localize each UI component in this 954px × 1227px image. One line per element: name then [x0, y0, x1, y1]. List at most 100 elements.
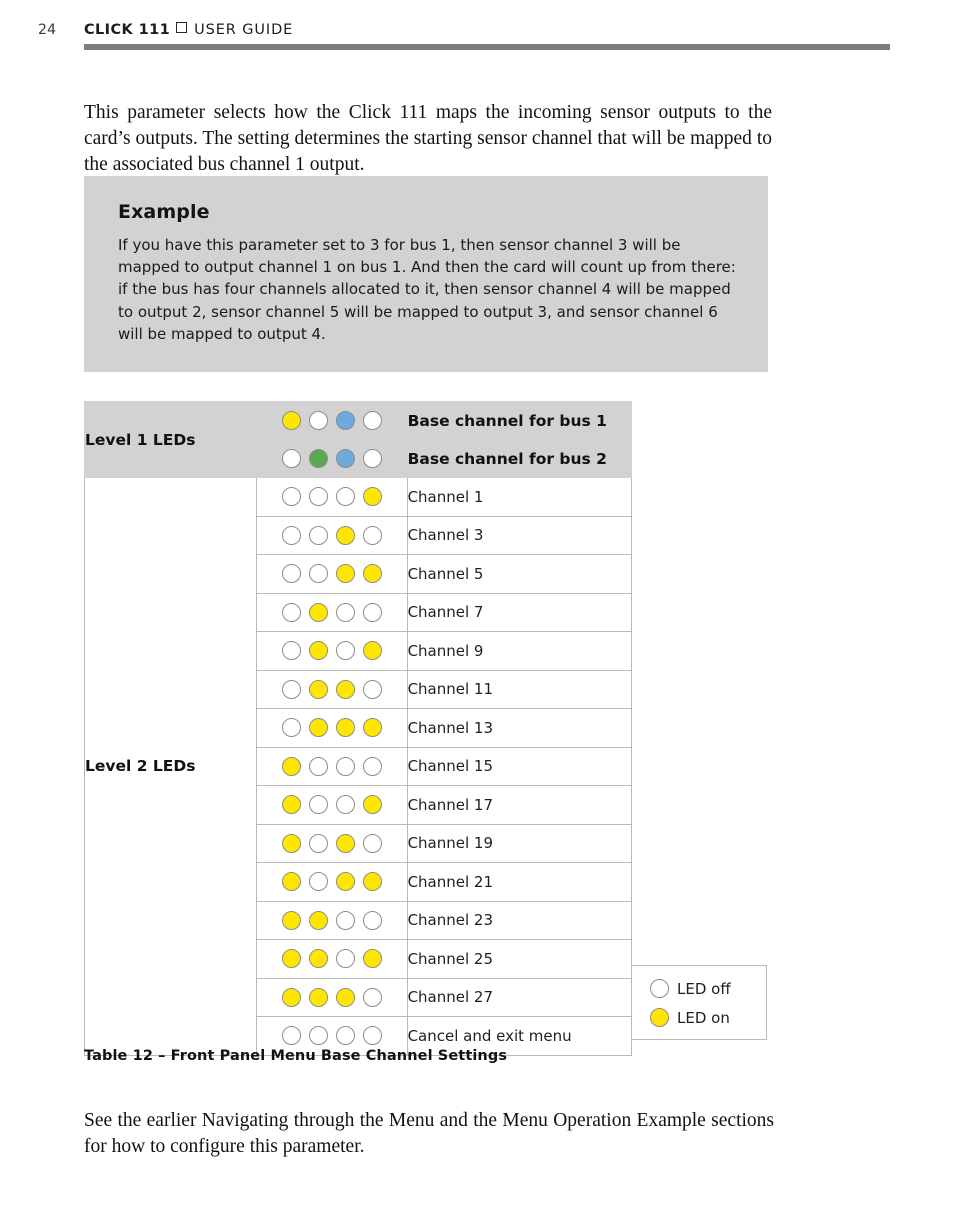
header-doc-title: USER GUIDE [194, 22, 294, 38]
led-group-cell [256, 708, 408, 748]
led-on-icon [335, 679, 355, 699]
led-group-row-7 [257, 748, 406, 786]
led-on-icon [650, 1008, 669, 1027]
led-legend: LED off LED on [631, 965, 767, 1040]
row-description: Channel 15 [406, 746, 633, 786]
row-description: Channel 11 [406, 669, 633, 709]
example-heading: Example [118, 201, 210, 223]
led-group-cell [256, 477, 408, 517]
led-off-icon [362, 411, 382, 430]
row-description: Channel 17 [406, 785, 633, 825]
led-group-cell [256, 862, 408, 902]
led-off-icon [281, 641, 301, 661]
led-off-icon [308, 833, 328, 853]
table-row: Level 2 LEDs Channel 1 [83, 477, 633, 1056]
led-off-icon [362, 910, 382, 930]
led-off-icon [362, 987, 382, 1007]
led-off-icon [335, 1026, 355, 1046]
header-rule [84, 44, 890, 50]
row-description: Channel 25 [406, 939, 633, 979]
led-on-icon [335, 525, 355, 545]
led-blue-icon [335, 411, 355, 430]
led-off-icon [335, 795, 355, 815]
intro-paragraph: This parameter selects how the Click 111… [84, 101, 772, 175]
led-on-icon [362, 564, 382, 584]
row-description: Channel 23 [406, 900, 633, 940]
led-off-icon [335, 487, 355, 507]
led-group-cell [256, 900, 408, 940]
led-on-icon [362, 872, 382, 892]
row-description: Channel 5 [406, 554, 633, 594]
legend-row-off: LED off [632, 974, 766, 1003]
led-off-icon [362, 756, 382, 776]
led-on-icon [335, 564, 355, 584]
row-description: Channel 19 [406, 823, 633, 863]
row-description: Channel 21 [406, 862, 633, 902]
led-on-icon [308, 718, 328, 738]
row-description: Channel 13 [406, 708, 633, 748]
led-off-icon [362, 679, 382, 699]
led-group-row-9 [257, 825, 406, 863]
led-off-icon [650, 979, 669, 998]
led-group-row-1 [257, 517, 406, 555]
led-on-icon [335, 833, 355, 853]
header-brand: CLICK 111 [84, 22, 171, 38]
led-off-icon [281, 449, 301, 468]
led-on-icon [335, 872, 355, 892]
led-group-cell [256, 592, 408, 632]
document-page: 24 CLICK 111 USER GUIDE This parameter se… [0, 0, 954, 1227]
led-on-icon [362, 949, 382, 969]
led-off-icon [362, 449, 382, 468]
table-header-row: Level 1 LEDs Base channel for bus 1 [83, 401, 633, 478]
led-on-icon [362, 487, 382, 507]
led-group-cell [256, 515, 408, 555]
level-1-leds-label: Level 1 LEDs [83, 401, 258, 478]
led-off-icon [335, 910, 355, 930]
led-on-icon [308, 602, 328, 622]
led-on-icon [362, 795, 382, 815]
header-row-description: Base channel for bus 2 [406, 439, 633, 478]
led-off-icon [362, 525, 382, 545]
led-group-row-3 [257, 594, 406, 632]
led-off-icon [281, 525, 301, 545]
led-off-icon [281, 487, 301, 507]
led-group-cell [256, 401, 408, 440]
led-group-cell [256, 746, 408, 786]
led-group-row-8 [257, 786, 406, 824]
led-off-icon [335, 756, 355, 776]
led-off-icon [308, 411, 328, 430]
led-off-icon [308, 487, 328, 507]
led-group-row-13 [257, 979, 406, 1017]
led-group-cell [256, 785, 408, 825]
led-off-icon [281, 679, 301, 699]
led-group-row-0 [257, 478, 406, 516]
led-group-header-0 [257, 402, 406, 439]
led-off-icon [308, 525, 328, 545]
led-on-icon [335, 987, 355, 1007]
led-group-row-4 [257, 632, 406, 670]
led-on-icon [281, 756, 301, 776]
led-on-icon [362, 641, 382, 661]
led-on-icon [281, 949, 301, 969]
table-body: Level 1 LEDs Base channel for bus 1 Base c… [83, 401, 633, 1056]
outro-paragraph: See the earlier Navigating through the M… [84, 1109, 774, 1157]
led-group-cell [256, 939, 408, 979]
led-on-icon [308, 987, 328, 1007]
page-number: 24 [38, 22, 57, 38]
legend-on-label: LED on [677, 1008, 730, 1027]
led-on-icon [281, 872, 301, 892]
led-off-icon [308, 756, 328, 776]
legend-off-label: LED off [677, 979, 731, 998]
square-bullet-icon [176, 22, 188, 33]
led-group-cell [256, 823, 408, 863]
led-on-icon [281, 987, 301, 1007]
led-on-icon [308, 910, 328, 930]
led-off-icon [281, 718, 301, 738]
header-row-description: Base channel for bus 1 [406, 401, 633, 440]
example-text: If you have this parameter set to 3 for … [118, 236, 736, 343]
led-off-icon [362, 602, 382, 622]
led-off-icon [335, 602, 355, 622]
led-blue-icon [335, 449, 355, 468]
led-group-row-5 [257, 671, 406, 709]
led-off-icon [308, 872, 328, 892]
